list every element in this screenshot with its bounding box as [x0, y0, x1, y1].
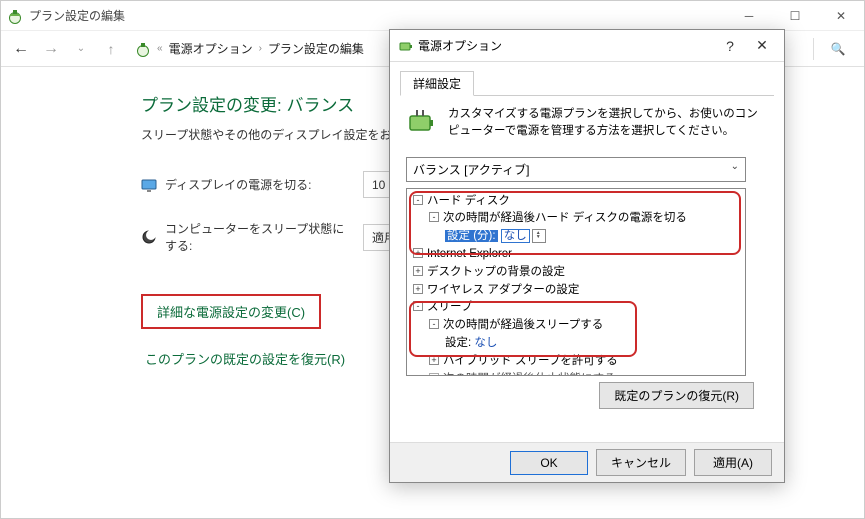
power-options-dialog: 電源オプション ? ✕ 詳細設定 カスタマイズする電源プランを選択してから、お使… [389, 29, 785, 483]
close-button[interactable]: ✕ [818, 1, 864, 31]
monitor-icon [141, 177, 157, 193]
plan-select-value: バランス [アクティブ] [413, 161, 529, 178]
collapse-icon[interactable]: - [413, 195, 423, 205]
power-plan-icon [7, 8, 23, 24]
help-button[interactable]: ? [716, 38, 744, 54]
breadcrumb-sep-icon: « [157, 43, 163, 54]
battery-large-icon [406, 106, 438, 138]
expand-icon[interactable]: + [413, 248, 423, 258]
sleep-timeout-label: コンピューターをスリープ状態にする: [165, 220, 351, 254]
dialog-description-area: カスタマイズする電源プランを選択してから、お使いのコンピューターで電源を管理する… [406, 106, 768, 141]
chevron-down-icon: ⌄ [731, 161, 739, 178]
cancel-button[interactable]: キャンセル [596, 449, 686, 476]
restore-area: 既定のプランの復元(R) [406, 382, 754, 409]
dialog-titlebar: 電源オプション ? ✕ [390, 30, 784, 62]
tree-sleep-after[interactable]: 次の時間が経過後スリープする [443, 319, 603, 331]
tree-ie[interactable]: Internet Explorer [427, 248, 512, 260]
main-window: プラン設定の編集 ─ ☐ ✕ ← → ⌄ ↑ « 電源オプション › プラン設定… [0, 0, 865, 519]
display-timeout-label: ディスプレイの電源を切る: [165, 176, 312, 193]
tree-wireless[interactable]: ワイヤレス アダプターの設定 [427, 284, 579, 296]
ok-button[interactable]: OK [510, 451, 588, 475]
back-button[interactable]: ← [9, 37, 33, 61]
moon-icon [141, 229, 157, 245]
tree-hybrid[interactable]: ハイブリッド スリープを許可する [443, 355, 618, 367]
dialog-close-button[interactable]: ✕ [744, 37, 780, 54]
advanced-settings-link[interactable]: 詳細な電源設定の変更(C) [141, 294, 321, 329]
tree-hdd[interactable]: ハード ディスク [427, 195, 510, 207]
forward-button[interactable]: → [39, 37, 63, 61]
tree-hdd-off[interactable]: 次の時間が経過後ハード ディスクの電源を切る [443, 212, 687, 224]
tree-hibernate[interactable]: 次の時間が経過後休止状態にする [443, 373, 616, 376]
tab-advanced[interactable]: 詳細設定 [400, 71, 474, 96]
hdd-setting-value[interactable]: なし [501, 229, 530, 243]
search-icon[interactable]: 🔍 [820, 42, 856, 56]
tree-desktop[interactable]: デスクトップの背景の設定 [427, 266, 565, 278]
restore-plan-defaults-button[interactable]: 既定のプランの復元(R) [599, 382, 754, 409]
maximize-button[interactable]: ☐ [772, 1, 818, 31]
collapse-icon[interactable]: - [429, 212, 439, 222]
collapse-icon[interactable]: - [429, 319, 439, 329]
expand-icon[interactable]: + [413, 284, 423, 294]
dialog-title: 電源オプション [418, 37, 502, 54]
dialog-description: カスタマイズする電源プランを選択してから、お使いのコンピューターで電源を管理する… [448, 106, 768, 141]
dialog-body: カスタマイズする電源プランを選択してから、お使いのコンピューターで電源を管理する… [390, 96, 784, 417]
minimize-button[interactable]: ─ [726, 1, 772, 31]
expand-icon[interactable]: + [429, 355, 439, 365]
collapse-icon[interactable]: - [413, 301, 423, 311]
up-button[interactable]: ↑ [99, 37, 123, 61]
sleep-setting-value[interactable]: なし [474, 337, 497, 349]
recent-dropdown[interactable]: ⌄ [69, 37, 93, 61]
expand-icon[interactable]: + [429, 373, 439, 376]
tree-sleep[interactable]: スリープ [427, 301, 472, 313]
settings-tree[interactable]: -ハード ディスク -次の時間が経過後ハード ディスクの電源を切る 設定 (分)… [406, 188, 746, 376]
breadcrumb-item[interactable]: 電源オプション [169, 40, 253, 57]
sleep-setting-label: 設定: [445, 337, 471, 349]
power-icon [135, 41, 151, 57]
titlebar: プラン設定の編集 ─ ☐ ✕ [1, 1, 864, 31]
spinner[interactable] [532, 229, 546, 243]
expand-icon[interactable]: + [413, 266, 423, 276]
dialog-footer: OK キャンセル 適用(A) [390, 442, 784, 482]
window-title: プラン設定の編集 [29, 7, 125, 24]
battery-icon [398, 38, 414, 54]
chevron-right-icon: › [259, 43, 262, 54]
plan-select[interactable]: バランス [アクティブ] ⌄ [406, 157, 746, 182]
tab-bar: 詳細設定 [400, 70, 774, 96]
hdd-setting-label: 設定 (分): [445, 230, 498, 242]
breadcrumb-item[interactable]: プラン設定の編集 [268, 40, 364, 57]
apply-button[interactable]: 適用(A) [694, 449, 772, 476]
